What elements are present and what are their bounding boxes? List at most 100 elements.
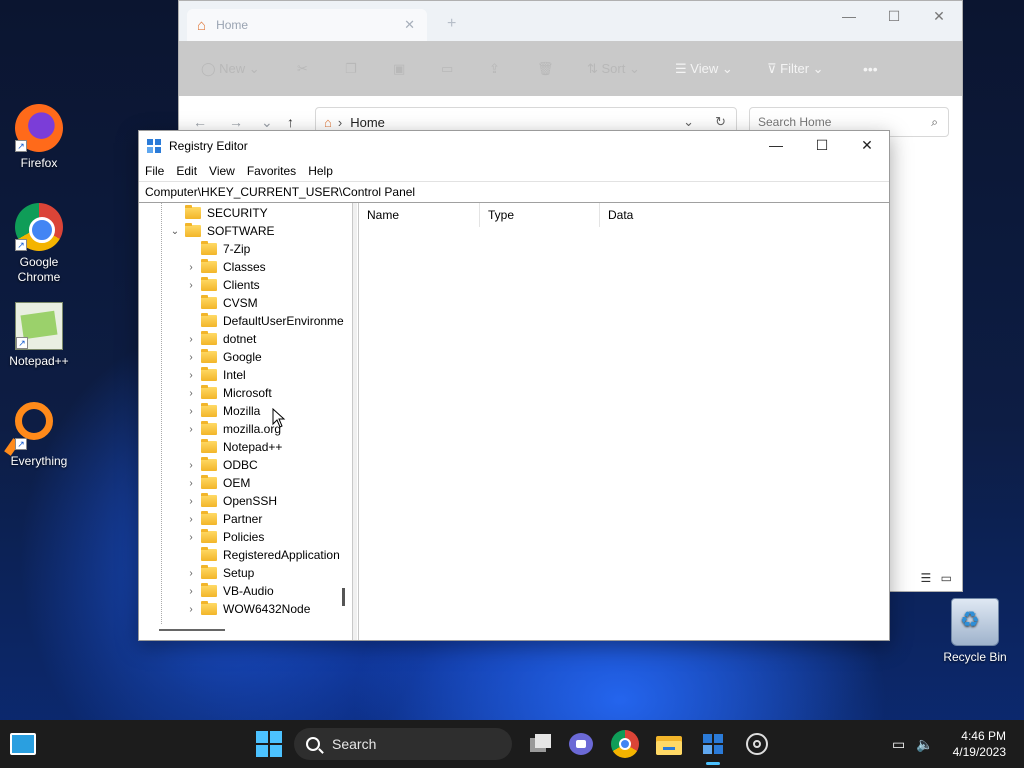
menu-favorites[interactable]: Favorites	[247, 164, 296, 178]
recent-chevron-icon[interactable]: ⌄	[261, 114, 273, 131]
column-header-type[interactable]: Type	[480, 203, 600, 227]
chevron-right-icon[interactable]: ›	[185, 604, 197, 615]
chevron-right-icon[interactable]: ›	[185, 568, 197, 579]
tree-item[interactable]: › OEM	[185, 474, 250, 492]
minimize-button[interactable]: —	[826, 1, 872, 33]
key-tree[interactable]: SECURITY ⌄ SOFTWARE 7-Zip › Classes › Clients CV…	[139, 203, 353, 640]
system-clock[interactable]: 4:46 PM 4/19/2023	[953, 728, 1006, 760]
chevron-right-icon[interactable]: ›	[185, 352, 197, 363]
chevron-right-icon[interactable]: ›	[185, 262, 197, 273]
tree-vertical-scrollbar[interactable]	[342, 588, 345, 606]
desktop-icon-everything[interactable]: ↗ Everything	[0, 402, 79, 468]
paste-icon[interactable]: ▣	[393, 61, 405, 77]
chevron-right-icon[interactable]: ›	[185, 280, 197, 291]
up-arrow-icon[interactable]: ↑	[287, 114, 294, 130]
explorer-tab-home[interactable]: ⌂ Home ✕	[187, 9, 427, 41]
tree-item[interactable]: › Policies	[185, 528, 264, 546]
tree-item[interactable]: › dotnet	[185, 330, 256, 348]
chevron-right-icon[interactable]: ›	[185, 334, 197, 345]
tree-item[interactable]: › ODBC	[185, 456, 258, 474]
file-explorer-taskbar-icon[interactable]	[655, 730, 683, 758]
desktop-icon-recycle-bin[interactable]: Recycle Bin	[935, 598, 1015, 664]
tree-item[interactable]: › Google	[185, 348, 262, 366]
chevron-right-icon[interactable]: ›	[185, 586, 197, 597]
new-tab-button[interactable]: +	[447, 15, 456, 33]
taskbar-search[interactable]: Search	[294, 728, 512, 760]
values-pane[interactable]: Name Type Data	[358, 203, 889, 640]
tree-item[interactable]: 7-Zip	[185, 240, 250, 258]
back-arrow-icon[interactable]: ←	[193, 114, 207, 130]
tree-item[interactable]: › Microsoft	[185, 384, 272, 402]
tree-item[interactable]: › Partner	[185, 510, 262, 528]
registry-editor-window[interactable]: Registry Editor — ☐ ✕ File Edit View Fav…	[138, 130, 890, 641]
tree-item[interactable]: CVSM	[185, 294, 258, 312]
tree-item[interactable]: › Mozilla	[185, 402, 260, 420]
cut-icon[interactable]: ✂	[297, 61, 308, 77]
chevron-right-icon[interactable]: ›	[185, 370, 197, 381]
chevron-right-icon[interactable]: ›	[185, 496, 197, 507]
chevron-right-icon[interactable]: ›	[185, 460, 197, 471]
start-button[interactable]	[256, 731, 282, 757]
chevron-right-icon[interactable]: ›	[185, 514, 197, 525]
task-view-icon[interactable]	[526, 730, 554, 758]
tree-item[interactable]: Notepad++	[185, 438, 282, 456]
chevron-right-icon[interactable]: ›	[185, 406, 197, 417]
close-button[interactable]: ✕	[916, 1, 962, 33]
column-header-name[interactable]: Name	[359, 203, 480, 227]
close-button[interactable]: ✕	[844, 131, 890, 161]
menu-file[interactable]: File	[145, 164, 164, 178]
sort-button[interactable]: ⇅ Sort ⌄	[587, 61, 640, 77]
widgets-icon[interactable]	[10, 733, 36, 755]
more-options-button[interactable]: •••	[863, 61, 878, 77]
explorer-titlebar[interactable]: ⌂ Home ✕ + — ☐ ✕	[179, 1, 962, 41]
chevron-right-icon[interactable]: ›	[185, 532, 197, 543]
view-button[interactable]: ☰ View ⌄	[675, 61, 733, 77]
obs-taskbar-icon[interactable]	[743, 730, 771, 758]
path-dropdown-icon[interactable]: ⌄	[683, 114, 694, 130]
chat-icon[interactable]	[567, 730, 595, 758]
new-button[interactable]: ◯ New ⌄	[201, 61, 260, 77]
tree-item[interactable]: › mozilla.org	[185, 420, 281, 438]
tree-item[interactable]: › WOW6432Node	[185, 600, 310, 618]
chrome-taskbar-icon[interactable]	[611, 730, 639, 758]
chevron-right-icon[interactable]: ›	[185, 478, 197, 489]
menu-edit[interactable]: Edit	[176, 164, 197, 178]
tree-item[interactable]: ⌄ SOFTWARE	[169, 222, 275, 240]
tree-item[interactable]: › Clients	[185, 276, 260, 294]
pane-splitter[interactable]	[353, 203, 357, 640]
tree-item[interactable]: SECURITY	[169, 204, 268, 222]
maximize-button[interactable]: ☐	[799, 131, 845, 161]
network-icon[interactable]: ▭	[892, 736, 905, 753]
tree-item[interactable]: RegisteredApplication	[185, 546, 340, 564]
desktop-icon-notepadpp[interactable]: ↗ Notepad++	[0, 302, 79, 368]
column-header-data[interactable]: Data	[600, 203, 889, 227]
chevron-down-icon[interactable]: ⌄	[169, 226, 181, 237]
share-icon[interactable]: ⇪	[489, 61, 500, 77]
tree-item[interactable]: › VB-Audio	[185, 582, 274, 600]
tree-item[interactable]: › Setup	[185, 564, 254, 582]
details-view-icon[interactable]: ☰	[921, 571, 932, 585]
close-tab-icon[interactable]: ✕	[404, 17, 415, 33]
rename-icon[interactable]: ▭	[441, 61, 453, 77]
volume-icon[interactable]: 🔈	[916, 736, 933, 753]
chevron-right-icon[interactable]: ›	[185, 388, 197, 399]
regedit-titlebar[interactable]: Registry Editor — ☐ ✕	[139, 131, 889, 161]
desktop-icon-firefox[interactable]: ↗ Firefox	[0, 104, 79, 170]
filter-button[interactable]: ⊽ Filter ⌄	[767, 61, 824, 77]
tiles-view-icon[interactable]: ▭	[941, 571, 952, 585]
tree-item[interactable]: › Classes	[185, 258, 266, 276]
chevron-right-icon[interactable]: ›	[185, 424, 197, 435]
copy-icon[interactable]: ❐	[345, 61, 357, 77]
refresh-icon[interactable]: ↻	[715, 114, 726, 130]
tree-item[interactable]: DefaultUserEnvironme	[185, 312, 344, 330]
menu-view[interactable]: View	[209, 164, 235, 178]
tree-item[interactable]: › Intel	[185, 366, 246, 384]
address-bar[interactable]: Computer\HKEY_CURRENT_USER\Control Panel	[139, 181, 889, 201]
regedit-taskbar-icon[interactable]	[699, 730, 727, 758]
minimize-button[interactable]: —	[753, 131, 799, 161]
delete-icon[interactable]: 🗑	[537, 61, 554, 77]
tree-horizontal-scrollbar[interactable]	[159, 629, 225, 631]
tree-item[interactable]: › OpenSSH	[185, 492, 277, 510]
desktop-icon-chrome[interactable]: ↗ Google Chrome	[0, 203, 79, 285]
forward-arrow-icon[interactable]: →	[229, 114, 243, 130]
